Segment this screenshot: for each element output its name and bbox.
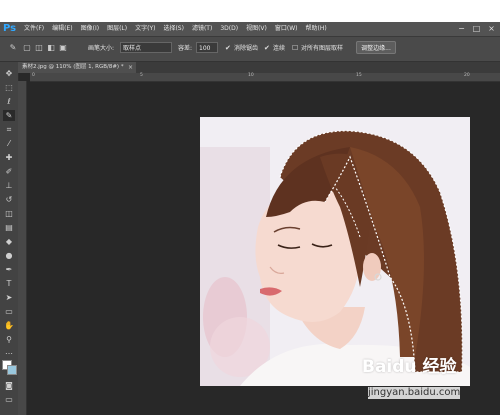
baidu-watermark: Baidu 经验 jingyan.baidu.com [362, 357, 498, 403]
ruler-label: 10 [248, 73, 254, 78]
shape-tool-icon[interactable]: ▭ [3, 306, 15, 317]
menu-file[interactable]: 文件(F) [24, 22, 44, 36]
intersect-selection-icon[interactable]: ▣ [58, 43, 68, 53]
document-image[interactable] [200, 117, 470, 386]
vertical-ruler [18, 81, 27, 415]
dodge-tool-icon[interactable]: ● [3, 250, 15, 261]
blur-tool-icon[interactable]: ◆ [3, 236, 15, 247]
minimize-button[interactable]: − [457, 24, 466, 33]
background-color-swatch[interactable] [7, 365, 17, 375]
ruler-label: 15 [356, 73, 362, 78]
document-tab[interactable]: 素材2.jpg @ 110% (图层 1, RGB/8#) * × [18, 62, 136, 73]
new-selection-icon[interactable]: ▢ [22, 43, 32, 53]
menu-items: 文件(F) 编辑(E) 图像(I) 图层(L) 文字(Y) 选择(S) 滤镜(T… [24, 22, 335, 36]
options-bar: ✎ ▢ ◫ ◧ ▣ 画笔大小: 取样点 容差: 100 ✔ 消除锯齿 ✔ 连续 … [0, 37, 500, 62]
stamp-tool-icon[interactable]: ⊥ [3, 180, 15, 191]
menu-window[interactable]: 窗口(W) [275, 22, 298, 36]
tools-panel: ✥ ⬚ ℓ ✎ ⌗ ⁄ ✚ ✐ ⊥ ↺ ◫ ▤ ◆ ● ✒ T ➤ ▭ ✋ ⚲ … [0, 62, 19, 415]
contiguous-label: 连续 [273, 45, 286, 52]
history-brush-tool-icon[interactable]: ↺ [3, 194, 15, 205]
portrait-photo [200, 117, 470, 386]
antialias-checkbox[interactable]: ✔ [225, 44, 233, 52]
eyedropper-tool-icon[interactable]: ⁄ [3, 138, 15, 149]
close-button[interactable]: × [487, 24, 496, 33]
sample-all-layers-checkbox[interactable]: ☐ [292, 44, 300, 52]
menu-3d[interactable]: 3D(D) [220, 22, 238, 36]
gradient-tool-icon[interactable]: ▤ [3, 222, 15, 233]
add-selection-icon[interactable]: ◫ [34, 43, 44, 53]
ruler-label: 20 [464, 73, 470, 78]
menu-filter[interactable]: 滤镜(T) [192, 22, 212, 36]
menu-select[interactable]: 选择(S) [163, 22, 184, 36]
eraser-tool-icon[interactable]: ◫ [3, 208, 15, 219]
watermark-brand: Baidu 经验 [362, 357, 457, 377]
menu-bar: Ps 文件(F) 编辑(E) 图像(I) 图层(L) 文字(Y) 选择(S) 滤… [0, 22, 500, 37]
menu-layer[interactable]: 图层(L) [107, 22, 127, 36]
text-tool-icon[interactable]: T [3, 278, 15, 289]
marquee-tool-icon[interactable]: ⬚ [3, 82, 15, 93]
menu-help[interactable]: 帮助(H) [306, 22, 327, 36]
move-tool-icon[interactable]: ✥ [3, 68, 15, 79]
sample-size-label: 画笔大小: [88, 45, 115, 52]
menu-image[interactable]: 图像(I) [81, 22, 99, 36]
brush-tool-icon[interactable]: ✐ [3, 166, 15, 177]
menu-view[interactable]: 视图(V) [246, 22, 267, 36]
quick-select-preset-icon[interactable]: ✎ [8, 43, 18, 53]
hand-tool-icon[interactable]: ✋ [3, 320, 15, 331]
subtract-selection-icon[interactable]: ◧ [46, 43, 56, 53]
antialias-label: 消除锯齿 [234, 45, 259, 52]
maximize-button[interactable]: □ [472, 24, 481, 33]
quick-select-tool-icon[interactable]: ✎ [3, 110, 15, 121]
lasso-tool-icon[interactable]: ℓ [3, 96, 15, 107]
screen-mode-icon[interactable]: ▭ [3, 394, 15, 405]
tolerance-label: 容差: [178, 45, 193, 52]
pen-tool-icon[interactable]: ✒ [3, 264, 15, 275]
tolerance-input[interactable]: 100 [196, 42, 218, 53]
sample-all-layers-label: 对所有图层取样 [301, 45, 344, 52]
document-tab-title: 素材2.jpg @ 110% (图层 1, RGB/8#) * [22, 64, 124, 70]
document-tab-bar: 素材2.jpg @ 110% (图层 1, RGB/8#) * × [18, 62, 500, 73]
ruler-label: 5 [140, 73, 143, 78]
crop-tool-icon[interactable]: ⌗ [3, 124, 15, 135]
zoom-tool-icon[interactable]: ⚲ [3, 334, 15, 345]
refine-edge-button[interactable]: 调整边缘... [356, 41, 396, 54]
ruler-label: 0 [32, 73, 35, 78]
window-controls: − □ × [451, 24, 496, 33]
contiguous-checkbox[interactable]: ✔ [264, 44, 272, 52]
quick-mask-icon[interactable]: ◙ [3, 380, 15, 391]
horizontal-ruler: 0 5 10 15 20 [30, 73, 500, 82]
menu-type[interactable]: 文字(Y) [135, 22, 155, 36]
menu-edit[interactable]: 编辑(E) [52, 22, 72, 36]
sample-size-select[interactable]: 取样点 [120, 42, 172, 53]
ps-logo: Ps [3, 23, 17, 34]
path-select-tool-icon[interactable]: ➤ [3, 292, 15, 303]
close-tab-icon[interactable]: × [128, 62, 133, 73]
more-tools-icon[interactable]: … [3, 346, 15, 357]
watermark-url: jingyan.baidu.com [368, 387, 461, 399]
healing-tool-icon[interactable]: ✚ [3, 152, 15, 163]
